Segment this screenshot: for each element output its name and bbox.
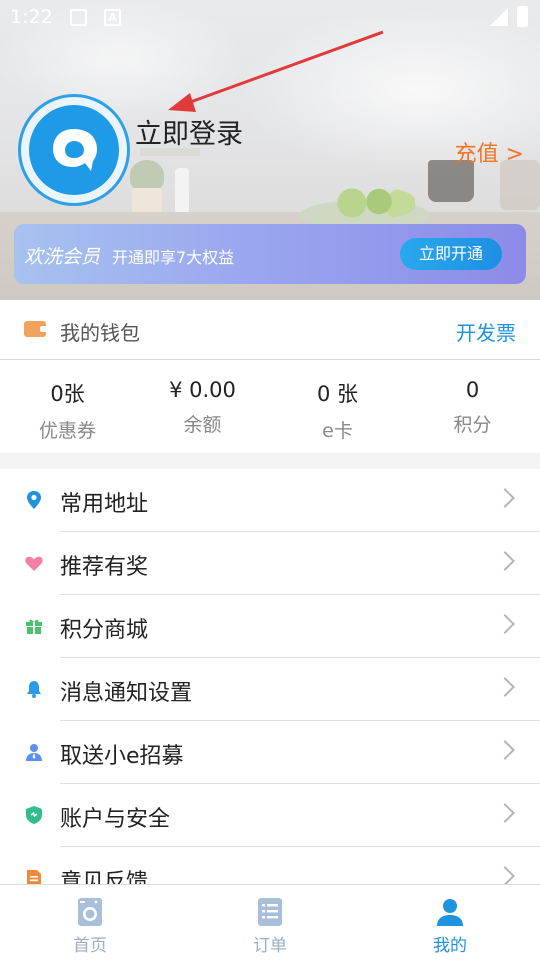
stat-label: 余额: [183, 414, 222, 436]
background-pot: [132, 188, 162, 214]
tab-label: 订单: [253, 936, 287, 956]
wallet-section: 我的钱包 开发票 0张 优惠券 ¥ 0.00 余额 0 张 e卡 0 积分: [0, 300, 540, 453]
heart-icon: [25, 556, 43, 571]
wallet-header: 我的钱包 开发票: [0, 300, 540, 360]
location-pin-icon: [27, 491, 41, 509]
menu-item-courier-recruit[interactable]: 取送小e招募: [0, 721, 540, 784]
menu-label: 推荐有奖: [60, 555, 149, 580]
invoice-link[interactable]: 开发票: [456, 317, 516, 346]
menu-label: 取送小e招募: [60, 744, 184, 769]
menu-label: 常用地址: [60, 492, 149, 517]
stat-balance[interactable]: ¥ 0.00 余额: [135, 360, 270, 453]
tab-orders[interactable]: 订单: [180, 885, 360, 960]
bottom-tab-bar: 首页 订单 我的: [0, 884, 540, 960]
wallet-title: 我的钱包: [60, 321, 140, 345]
stat-label: e卡: [322, 420, 353, 442]
stat-points[interactable]: 0 积分: [405, 360, 540, 453]
user-icon: [437, 899, 463, 926]
menu-item-address[interactable]: 常用地址: [0, 469, 540, 532]
status-time: 1:22: [10, 6, 53, 28]
battery-icon: [517, 6, 528, 27]
member-banner[interactable]: 欢洗会员 开通即享7大权益 立即开通: [14, 224, 526, 284]
stat-label: 优惠券: [38, 420, 96, 442]
member-title: 欢洗会员: [24, 246, 101, 268]
stat-coupons[interactable]: 0张 优惠券: [0, 360, 135, 453]
chevron-right-icon: [495, 866, 515, 886]
avatar-logo: [29, 105, 119, 195]
background-plant: [130, 160, 164, 190]
chevron-right-icon: [495, 551, 515, 571]
chevron-right-icon: [495, 677, 515, 697]
tab-label: 我的: [433, 936, 467, 956]
menu-item-notifications[interactable]: 消息通知设置: [0, 658, 540, 721]
image-notification-icon: [70, 9, 87, 26]
chevron-right-icon: [495, 803, 515, 823]
menu-item-account-security[interactable]: 账户与安全: [0, 784, 540, 847]
signal-icon: [490, 8, 508, 26]
menu-label: 消息通知设置: [60, 681, 193, 706]
stat-ecard[interactable]: 0 张 e卡: [270, 360, 405, 453]
tab-mine[interactable]: 我的: [360, 885, 540, 960]
chevron-right-icon: [495, 740, 515, 760]
gift-icon: [26, 619, 42, 634]
wallet-icon: [24, 321, 48, 337]
menu-label: 账户与安全: [60, 807, 171, 832]
menu-label: 积分商城: [60, 618, 149, 643]
recharge-link[interactable]: 充值 >: [455, 136, 524, 168]
bell-icon: [27, 681, 41, 698]
tab-label: 首页: [73, 936, 107, 956]
logo-icon: [53, 129, 97, 171]
member-desc: 开通即享7大权益: [112, 248, 235, 267]
chevron-right-icon: [495, 488, 515, 508]
washing-machine-icon: [78, 898, 102, 926]
stat-value: 0: [465, 378, 480, 402]
background-bottle: [175, 168, 189, 214]
login-link[interactable]: 立即登录: [135, 112, 243, 151]
profile-header: 1:22 A 立即登录 充值 > 欢洗会员 开通即享7大权益 立即开通: [0, 0, 540, 300]
wallet-stats: 0张 优惠券 ¥ 0.00 余额 0 张 e卡 0 积分: [0, 360, 540, 453]
chevron-right-icon: [495, 614, 515, 634]
open-membership-button[interactable]: 立即开通: [400, 238, 502, 270]
menu-item-feedback[interactable]: 意见反馈: [0, 847, 540, 889]
settings-menu: 常用地址 推荐有奖 积分商城 消息通知设置 取送小e招募 账户与安全 意见反馈: [0, 469, 540, 889]
stat-value: 0张: [50, 382, 85, 406]
avatar[interactable]: [18, 94, 130, 206]
shield-icon: [26, 806, 42, 824]
menu-item-referral[interactable]: 推荐有奖: [0, 532, 540, 595]
courier-icon: [26, 744, 42, 761]
stat-value: 0 张: [316, 382, 359, 406]
status-bar: 1:22 A: [0, 0, 540, 36]
stat-label: 积分: [453, 414, 492, 436]
a-notification-icon: A: [104, 9, 121, 26]
order-list-icon: [258, 898, 282, 926]
menu-item-points-mall[interactable]: 积分商城: [0, 595, 540, 658]
tab-home[interactable]: 首页: [0, 885, 180, 960]
stat-value: ¥ 0.00: [169, 378, 236, 402]
background-apples: [325, 188, 415, 218]
